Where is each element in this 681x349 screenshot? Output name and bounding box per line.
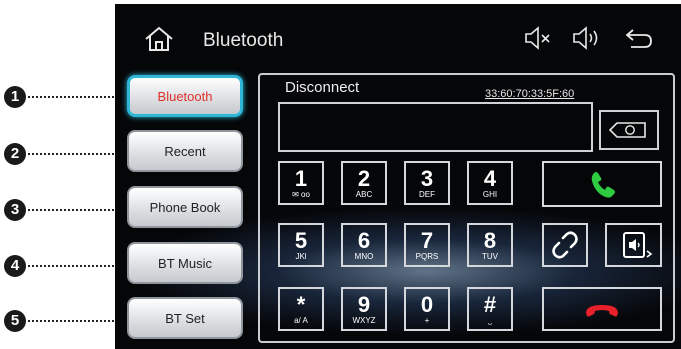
callout-number: 5 <box>4 310 26 332</box>
mute-icon[interactable] <box>523 24 553 52</box>
back-arrow-icon[interactable] <box>623 24 655 52</box>
sidebar-item-label: Phone Book <box>149 199 221 215</box>
callout-1: 1 <box>4 86 118 108</box>
home-icon[interactable] <box>144 26 174 52</box>
link-device-button[interactable] <box>542 223 588 267</box>
key-digit: # <box>483 292 497 317</box>
sidebar-item-label: BT Music <box>158 255 212 271</box>
key-3[interactable]: 3 DEF <box>404 161 450 205</box>
key-4[interactable]: 4 GHI <box>467 161 513 205</box>
key-letters: ⎵ <box>488 316 492 325</box>
number-display[interactable] <box>278 102 593 152</box>
sidebar-item-bt-set[interactable]: BT Set <box>127 297 243 339</box>
key-letters: a/ A <box>294 316 308 325</box>
key-1[interactable]: 1 ✉ oo <box>278 161 324 205</box>
key-9[interactable]: 9 WXYZ <box>341 287 387 331</box>
key-letters: WXYZ <box>352 316 376 325</box>
key-letters: JKl <box>295 252 307 261</box>
key-letters: DEF <box>419 190 435 199</box>
callout-5: 5 <box>4 310 118 332</box>
head-unit-screen: Bluetooth Bluetooth Recent Phone Book BT… <box>115 4 681 349</box>
link-icon <box>552 231 578 259</box>
key-digit: 6 <box>357 228 371 253</box>
key-5[interactable]: 5 JKl <box>278 223 324 267</box>
key-letters: MNO <box>354 252 374 261</box>
key-6[interactable]: 6 MNO <box>341 223 387 267</box>
callout-leader-line <box>28 265 118 267</box>
phone-speaker-icon <box>623 232 653 258</box>
key-letters: GHI <box>482 190 498 199</box>
sidebar-item-label: Recent <box>164 143 206 159</box>
callout-number: 2 <box>4 143 26 165</box>
callout-leader-line <box>28 209 118 211</box>
key-7[interactable]: 7 PQRS <box>404 223 450 267</box>
key-2[interactable]: 2 ABC <box>341 161 387 205</box>
top-bar: Bluetooth <box>115 4 681 66</box>
sidebar-item-bt-music[interactable]: BT Music <box>127 242 243 284</box>
call-button[interactable] <box>542 161 662 207</box>
callout-number: 4 <box>4 255 26 277</box>
key-letters: TUV <box>482 252 498 261</box>
key-8[interactable]: 8 TUV <box>467 223 513 267</box>
key-letters: ABC <box>355 190 373 199</box>
volume-icon[interactable] <box>571 24 603 52</box>
key-letters: + <box>424 316 430 325</box>
callout-3: 3 <box>4 199 118 221</box>
key-digit: 8 <box>483 228 497 253</box>
hang-up-button[interactable] <box>542 287 662 331</box>
key-0[interactable]: 0 + <box>404 287 450 331</box>
key-digit: * <box>296 292 306 317</box>
key-digit: 3 <box>420 166 434 191</box>
key-digit: 1 <box>294 166 308 191</box>
callout-leader-line <box>28 96 118 98</box>
key-digit: 7 <box>420 228 434 253</box>
callout-number: 3 <box>4 199 26 221</box>
callout-leader-line <box>28 320 118 322</box>
callout-number: 1 <box>4 86 26 108</box>
phone-icon <box>591 172 615 198</box>
sidebar-item-phone-book[interactable]: Phone Book <box>127 186 243 228</box>
backspace-icon <box>608 122 646 138</box>
sidebar-item-label: BT Set <box>165 310 205 326</box>
key-digit: 0 <box>420 292 434 317</box>
page-title: Bluetooth <box>203 30 284 51</box>
key-hash[interactable]: # ⎵ <box>467 287 513 331</box>
key-digit: 9 <box>357 292 371 317</box>
callout-leader-line <box>28 153 118 155</box>
hang-up-icon <box>586 305 618 317</box>
callout-2: 2 <box>4 143 118 165</box>
key-letters: PQRS <box>415 252 439 261</box>
device-address: 33:60:70:33:5F:60 <box>485 88 575 100</box>
key-letters: ✉ oo <box>292 190 310 199</box>
sidebar-item-bluetooth[interactable]: Bluetooth <box>127 75 243 117</box>
backspace-button[interactable] <box>599 110 659 150</box>
key-digit: 2 <box>357 166 371 191</box>
connection-status: Disconnect <box>285 79 360 96</box>
key-star[interactable]: * a/ A <box>278 287 324 331</box>
key-digit: 4 <box>483 166 497 191</box>
key-digit: 5 <box>294 228 308 253</box>
sidebar-item-label: Bluetooth <box>157 88 213 104</box>
audio-transfer-button[interactable] <box>605 223 662 267</box>
callout-4: 4 <box>4 255 118 277</box>
sidebar-item-recent[interactable]: Recent <box>127 130 243 172</box>
